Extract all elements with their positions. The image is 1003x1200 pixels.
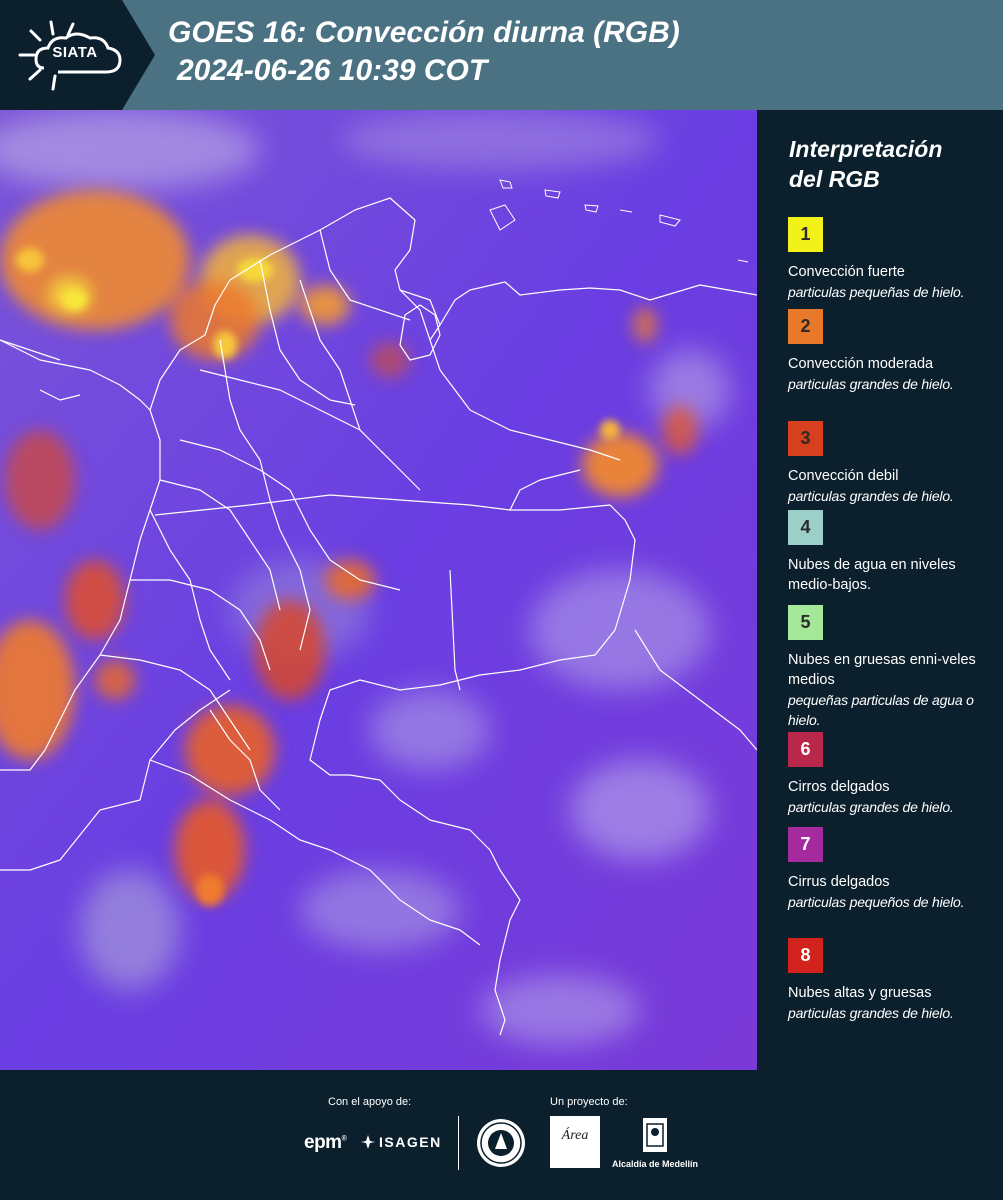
project-label: Un proyecto de:: [550, 1096, 628, 1108]
legend-swatch: 7: [788, 827, 823, 862]
legend-item-name: Nubes en gruesas enni-veles medios: [788, 652, 976, 688]
legend-item-name: Nubes altas y gruesas: [788, 985, 932, 1001]
legend-item-3: 3 Convección debil particulas grandes de…: [788, 421, 998, 506]
alcaldia-label: Alcaldía de Medellín: [612, 1159, 699, 1169]
legend-item-name: Convección debil: [788, 468, 899, 484]
legend-number: 8: [800, 945, 811, 965]
area-metropolitana-logo: Área: [550, 1116, 600, 1168]
alcaldia-shield-icon: [643, 1118, 667, 1152]
legend-item-desc: particulas grandes de hielo.: [788, 488, 954, 504]
legend-number: 6: [800, 739, 811, 759]
page-title: GOES 16: Convección diurna (RGB) 2024-06…: [168, 14, 680, 90]
legend-item-desc: particulas grandes de hielo.: [788, 799, 954, 815]
legend-item-desc: particulas pequeñas de hielo.: [788, 284, 965, 300]
logo-text: SIATA: [52, 44, 98, 61]
legend-swatch: 5: [788, 605, 823, 640]
legend-panel: Interpretación del RGB 1 Convección fuer…: [757, 110, 1003, 1070]
area-metropolitana-logo-text: Área: [561, 1128, 589, 1143]
siata-logo: SIATA: [0, 0, 155, 110]
title-datetime: 2024-06-26 10:39 COT: [177, 54, 488, 87]
legend-title-line1: Interpretación: [789, 136, 943, 162]
legend-item-name: Cirros delgados: [788, 779, 890, 795]
legend-item-desc: particulas pequeños de hielo.: [788, 894, 965, 910]
legend-item-4: 4 Nubes de agua en niveles medio-bajos.: [788, 510, 998, 595]
legend-item-name: Cirrus delgados: [788, 874, 890, 890]
legend-item-8: 8 Nubes altas y gruesas particulas grand…: [788, 938, 998, 1023]
legend-title: Interpretación del RGB: [789, 134, 989, 194]
legend-number: 4: [800, 517, 811, 537]
legend-number: 7: [800, 834, 811, 854]
legend-number: 2: [800, 316, 811, 336]
legend-item-5: 5 Nubes en gruesas enni-veles medios peq…: [788, 605, 998, 730]
legend-item-1: 1 Convección fuerte particulas pequeñas …: [788, 217, 998, 302]
epm-logo: epm®: [304, 1132, 347, 1153]
satellite-map: [0, 110, 757, 1070]
title-product: GOES 16: Convección diurna (RGB): [168, 16, 680, 49]
legend-swatch: 3: [788, 421, 823, 456]
university-seal-icon: [477, 1119, 525, 1167]
legend-swatch: 1: [788, 217, 823, 252]
isagen-icon: [361, 1135, 375, 1149]
legend-item-name: Convección moderada: [788, 356, 934, 372]
support-label: Con el apoyo de:: [328, 1096, 412, 1108]
epm-logo-text: epm: [304, 1132, 342, 1153]
legend-swatch: 6: [788, 732, 823, 767]
legend-item-desc: pequeñas particulas de agua o hielo.: [788, 692, 974, 728]
legend-item-desc: particulas grandes de hielo.: [788, 376, 954, 392]
legend-swatch: 8: [788, 938, 823, 973]
legend-number: 1: [800, 224, 811, 244]
legend-item-2: 2 Convección moderada particulas grandes…: [788, 309, 998, 394]
legend-item-name: Convección fuerte: [788, 264, 905, 280]
legend-number: 3: [800, 428, 811, 448]
isagen-logo: ISAGEN: [360, 1134, 442, 1150]
legend-item-desc: particulas grandes de hielo.: [788, 1005, 954, 1021]
footer-divider: [458, 1116, 459, 1170]
header: SIATA GOES 16: Convección diurna (RGB) 2…: [0, 0, 1003, 110]
legend-title-line2: del RGB: [789, 166, 880, 192]
legend-number: 5: [800, 612, 811, 632]
footer: Con el apoyo de: Un proyecto de: epm® IS…: [0, 1070, 1003, 1200]
legend-item-7: 7 Cirrus delgados particulas pequeños de…: [788, 827, 998, 912]
legend-swatch: 2: [788, 309, 823, 344]
isagen-logo-text: ISAGEN: [379, 1134, 442, 1150]
rgb-composite-image: [0, 110, 757, 1070]
legend-item-6: 6 Cirros delgados particulas grandes de …: [788, 732, 998, 817]
legend-item-name: Nubes de agua en niveles medio-bajos.: [788, 557, 956, 593]
legend-swatch: 4: [788, 510, 823, 545]
